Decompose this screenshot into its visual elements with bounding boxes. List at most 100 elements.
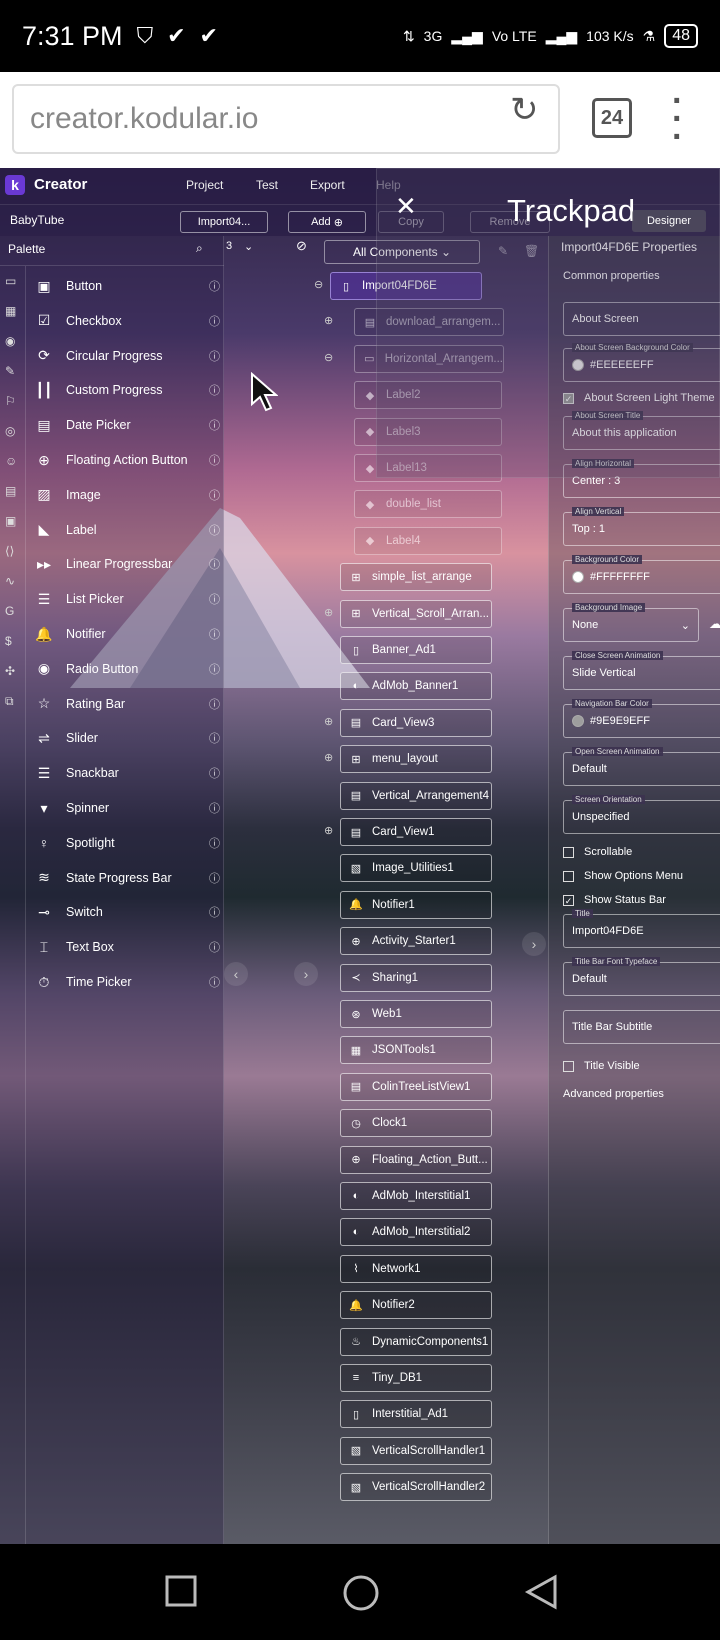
tree-node[interactable]: ⊞ Vertical_Scroll_Arran...	[340, 599, 492, 628]
expand-icon[interactable]: ⊕	[324, 314, 333, 327]
palette-item-time-picker[interactable]: ⏱ Time Picker ⓘ	[34, 968, 220, 996]
bg-color-field[interactable]: Background Color #FFFFFFFF	[563, 555, 720, 594]
info-icon[interactable]: ⓘ	[209, 800, 220, 816]
palette-item-floating-action-button[interactable]: ⊕ Floating Action Button ⓘ	[34, 446, 220, 474]
navbar-color-field[interactable]: Navigation Bar Color #9E9E9EFF	[563, 699, 720, 738]
overflow-menu-icon[interactable]: · · ·	[672, 84, 683, 154]
back-icon[interactable]	[524, 1574, 558, 1610]
url-bar[interactable]: creator.kodular.io	[12, 84, 560, 154]
drawing-icon[interactable]: ✎	[5, 364, 15, 378]
palette-item-checkbox[interactable]: ☑ Checkbox ⓘ	[34, 307, 220, 335]
tree-node[interactable]: ◆ Label4	[354, 526, 502, 555]
collapse-icon[interactable]: ⊖	[324, 351, 333, 364]
screen-selector[interactable]: Import04...	[180, 211, 268, 233]
layout-icon[interactable]: ▦	[5, 304, 16, 318]
tree-node[interactable]: ▤ Card_View1	[340, 818, 492, 846]
close-icon[interactable]: ✕	[395, 191, 417, 222]
info-icon[interactable]: ⓘ	[209, 452, 220, 468]
tree-node[interactable]: ◷ Clock1	[340, 1109, 492, 1138]
chevron-right-icon[interactable]: ›	[294, 962, 318, 986]
tree-node[interactable]: ◐ AdMob_Interstitial2	[340, 1218, 492, 1247]
tree-node[interactable]: ⊞ simple_list_arrange	[340, 563, 492, 592]
tree-node[interactable]: ◆ double_list	[354, 490, 502, 519]
bg-image-field[interactable]: Background Image None ⌄	[563, 603, 699, 642]
media-icon[interactable]: ◉	[5, 334, 15, 348]
info-icon[interactable]: ⓘ	[209, 522, 220, 538]
palette-item-notifier[interactable]: 🔔 Notifier ⓘ	[34, 620, 220, 648]
collapse-icon[interactable]: ⊖	[314, 278, 323, 291]
palette-item-text-box[interactable]: ⌶ Text Box ⓘ	[34, 933, 220, 961]
tree-node[interactable]: ◐ AdMob_Banner1	[340, 672, 492, 701]
tree-node[interactable]: ▤ Card_View3	[340, 708, 492, 737]
maps-icon[interactable]: ⚐	[5, 394, 16, 408]
palette-item-label[interactable]: ◣ Label ⓘ	[34, 516, 220, 544]
info-icon[interactable]: ⓘ	[209, 870, 220, 886]
subtitle-field[interactable]: Title Bar Subtitle	[563, 1010, 720, 1044]
visibility-off-icon[interactable]: ⊘	[296, 238, 307, 254]
palette-item-switch[interactable]: ⊸ Switch ⓘ	[34, 898, 220, 926]
menu-test[interactable]: Test	[256, 178, 278, 192]
info-icon[interactable]: ⓘ	[209, 765, 220, 781]
search-icon[interactable]: ⌕	[196, 241, 203, 256]
info-icon[interactable]: ⓘ	[209, 974, 220, 990]
close-anim-field[interactable]: Close Screen Animation Slide Vertical	[563, 651, 720, 690]
info-icon[interactable]: ⓘ	[209, 382, 220, 398]
palette-item-button[interactable]: ▣ Button ⓘ	[34, 272, 220, 300]
palette-item-circular-progress[interactable]: ⟳ Circular Progress ⓘ	[34, 342, 220, 370]
palette-item-slider[interactable]: ⇌ Slider ⓘ	[34, 724, 220, 752]
tree-node[interactable]: ≡ Tiny_DB1	[340, 1364, 492, 1392]
add-screen-button[interactable]: Add ⊕	[288, 211, 366, 233]
title-visible-checkbox[interactable]: Title Visible	[563, 1060, 640, 1072]
font-field[interactable]: Title Bar Font Typeface Default	[563, 957, 720, 996]
show-options-checkbox[interactable]: Show Options Menu	[563, 870, 683, 882]
tree-node[interactable]: ▤ ColinTreeListView1	[340, 1072, 492, 1101]
show-status-checkbox[interactable]: ✓ Show Status Bar	[563, 894, 666, 906]
user-interface-icon[interactable]: ▭	[5, 274, 16, 288]
sensors-icon[interactable]: ◎	[5, 424, 15, 438]
palette-item-spotlight[interactable]: ♀ Spotlight ⓘ	[34, 829, 220, 857]
tree-node[interactable]: ◐ AdMob_Interstitial1	[340, 1182, 492, 1210]
feed-icon[interactable]: ∿	[5, 574, 15, 588]
tree-node[interactable]: ▧ VerticalScrollHandler1	[340, 1436, 492, 1465]
menu-export[interactable]: Export	[310, 178, 345, 192]
tab-switcher-button[interactable]: 24	[592, 98, 632, 138]
tree-node[interactable]: ▯ Interstitial_Ad1	[340, 1400, 492, 1429]
open-anim-field[interactable]: Open Screen Animation Default	[563, 747, 720, 786]
palette-item-snackbar[interactable]: ☰ Snackbar ⓘ	[34, 759, 220, 787]
info-icon[interactable]: ⓘ	[209, 417, 220, 433]
palette-item-image[interactable]: ▨ Image ⓘ	[34, 481, 220, 509]
align-v-field[interactable]: Align Vertical Top : 1	[563, 507, 720, 546]
puzzle-icon[interactable]: ⧉	[5, 694, 14, 709]
scrollable-checkbox[interactable]: Scrollable	[563, 846, 632, 858]
extensions-icon[interactable]: ✣	[5, 664, 15, 678]
tree-node[interactable]: ▦ JSONTools1	[340, 1036, 492, 1065]
tree-node[interactable]: ▯ Banner_Ad1	[340, 636, 492, 664]
tree-node[interactable]: ▧ Image_Utilities1	[340, 854, 492, 883]
designer-button[interactable]: Designer	[632, 210, 706, 232]
palette-item-spinner[interactable]: ▾ Spinner ⓘ	[34, 794, 220, 822]
tree-node[interactable]: ⊕ Floating_Action_Butt...	[340, 1145, 492, 1174]
palette-item-custom-progress[interactable]: ┃┃ Custom Progress ⓘ	[34, 376, 220, 404]
advanced-properties[interactable]: Advanced properties	[563, 1088, 664, 1100]
info-icon[interactable]: ⓘ	[209, 835, 220, 851]
palette-item-state-progress-bar[interactable]: ≋ State Progress Bar ⓘ	[34, 864, 220, 892]
menu-project[interactable]: Project	[186, 178, 223, 192]
chevron-down-icon[interactable]: ⌄	[244, 240, 253, 253]
tree-node[interactable]: ▧ VerticalScrollHandler2	[340, 1473, 492, 1502]
info-icon[interactable]: ⓘ	[209, 348, 220, 364]
chevron-right-icon-2[interactable]: ›	[522, 932, 546, 956]
connectivity-icon[interactable]: ⟨⟩	[5, 544, 14, 558]
info-icon[interactable]: ⓘ	[209, 661, 220, 677]
expand-icon[interactable]: ⊕	[324, 606, 333, 619]
utilities-icon[interactable]: ▣	[5, 514, 16, 528]
social-icon[interactable]: ☺	[5, 454, 17, 468]
tree-node[interactable]: ⊕ Activity_Starter1	[340, 927, 492, 956]
info-icon[interactable]: ⓘ	[209, 313, 220, 329]
tree-node[interactable]: 🔔 Notifier2	[340, 1291, 492, 1320]
orientation-field[interactable]: Screen Orientation Unspecified	[563, 795, 720, 834]
tree-node[interactable]: ⌇ Network1	[340, 1254, 492, 1283]
home-icon[interactable]	[342, 1574, 380, 1612]
reload-icon[interactable]: ↻	[510, 90, 539, 130]
tree-node[interactable]: ≺ Sharing1	[340, 963, 492, 992]
tree-node[interactable]: 🔔 Notifier1	[340, 890, 492, 919]
